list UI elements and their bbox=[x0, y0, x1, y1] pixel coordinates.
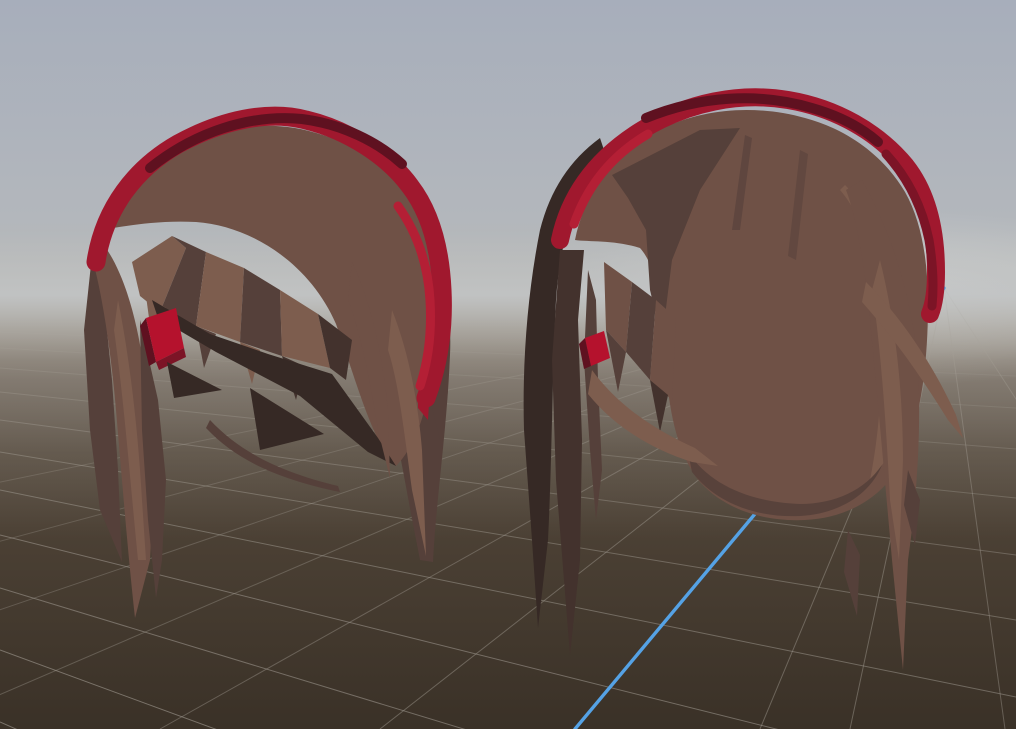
viewport[interactable] bbox=[0, 0, 1016, 729]
scene-3d[interactable] bbox=[0, 0, 1016, 729]
